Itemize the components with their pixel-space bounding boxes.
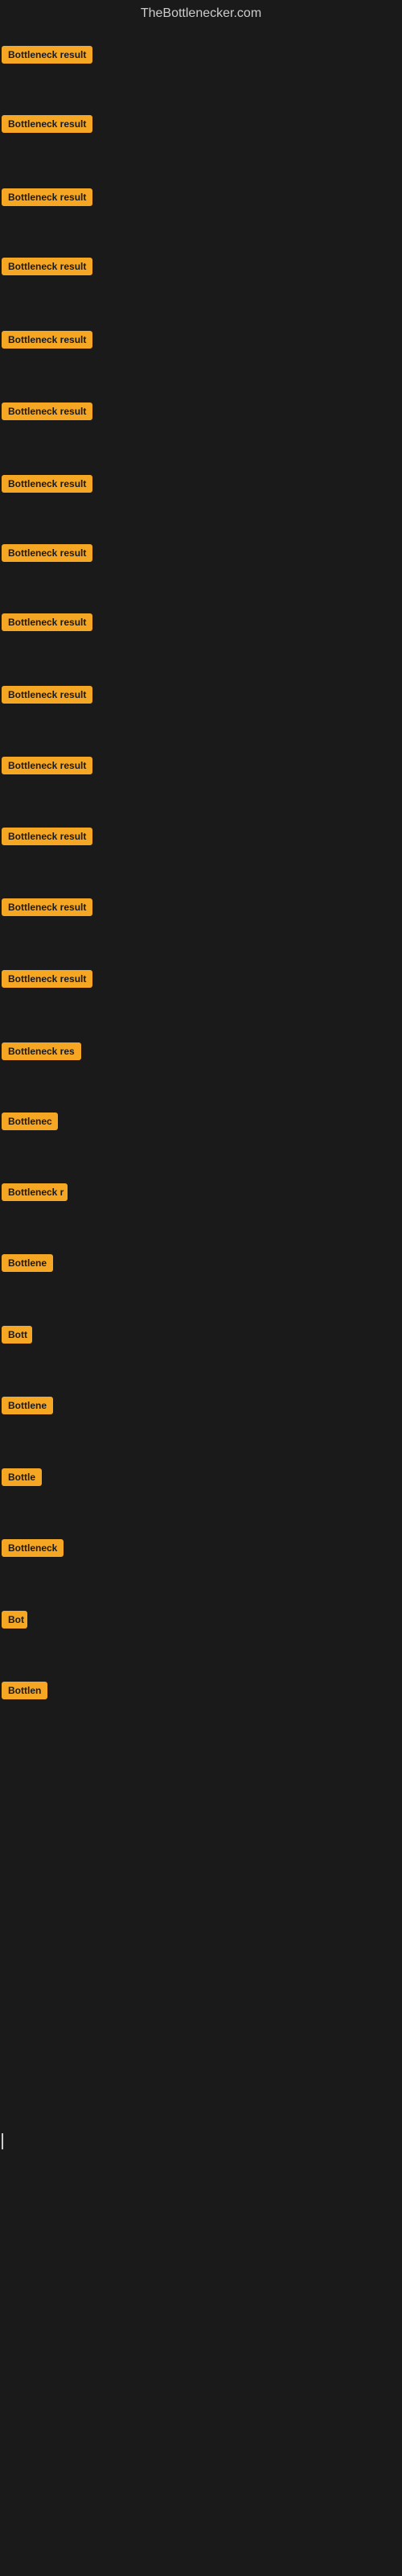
item-row-24: Bottlen	[2, 1682, 47, 1703]
bottleneck-badge[interactable]: Bottle	[2, 1468, 42, 1486]
cursor	[2, 2133, 3, 2149]
bottleneck-badge[interactable]: Bottleneck result	[2, 115, 92, 133]
bottleneck-badge[interactable]: Bottlene	[2, 1254, 53, 1272]
item-row-2: Bottleneck result	[2, 115, 92, 137]
item-row-9: Bottleneck result	[2, 613, 92, 635]
bottleneck-badge[interactable]: Bottleneck result	[2, 613, 92, 631]
item-row-13: Bottleneck result	[2, 898, 92, 920]
bottleneck-badge[interactable]: Bot	[2, 1611, 27, 1629]
bottleneck-badge[interactable]: Bottleneck result	[2, 686, 92, 704]
bottleneck-badge[interactable]: Bott	[2, 1326, 32, 1344]
bottleneck-badge[interactable]: Bottleneck result	[2, 475, 92, 493]
bottleneck-badge[interactable]: Bottleneck result	[2, 402, 92, 420]
bottleneck-badge[interactable]: Bottlene	[2, 1397, 53, 1414]
item-row-18: Bottlene	[2, 1254, 53, 1276]
bottleneck-badge[interactable]: Bottlenec	[2, 1113, 58, 1130]
item-row-21: Bottle	[2, 1468, 42, 1490]
bottleneck-badge[interactable]: Bottleneck result	[2, 970, 92, 988]
site-title: TheBottlenecker.com	[0, 0, 402, 27]
bottleneck-badge[interactable]: Bottleneck result	[2, 258, 92, 275]
item-row-8: Bottleneck result	[2, 544, 92, 566]
item-row-17: Bottleneck r	[2, 1183, 68, 1205]
item-row-14: Bottleneck result	[2, 970, 92, 992]
bottleneck-badge[interactable]: Bottleneck res	[2, 1042, 81, 1060]
item-row-10: Bottleneck result	[2, 686, 92, 708]
bottleneck-badge[interactable]: Bottleneck result	[2, 46, 92, 64]
item-row-7: Bottleneck result	[2, 475, 92, 497]
bottleneck-badge[interactable]: Bottleneck result	[2, 188, 92, 206]
item-row-19: Bott	[2, 1326, 32, 1348]
bottleneck-badge[interactable]: Bottleneck result	[2, 544, 92, 562]
item-row-1: Bottleneck result	[2, 46, 92, 68]
item-row-11: Bottleneck result	[2, 757, 92, 778]
bottleneck-badge[interactable]: Bottleneck	[2, 1539, 64, 1557]
bottleneck-badge[interactable]: Bottlen	[2, 1682, 47, 1699]
bottleneck-badge[interactable]: Bottleneck result	[2, 757, 92, 774]
item-row-20: Bottlene	[2, 1397, 53, 1418]
item-row-4: Bottleneck result	[2, 258, 92, 279]
item-row-16: Bottlenec	[2, 1113, 58, 1134]
item-row-6: Bottleneck result	[2, 402, 92, 424]
items-container	[0, 27, 402, 31]
bottleneck-badge[interactable]: Bottleneck result	[2, 828, 92, 845]
item-row-15: Bottleneck res	[2, 1042, 81, 1064]
bottleneck-badge[interactable]: Bottleneck result	[2, 331, 92, 349]
item-row-23: Bot	[2, 1611, 27, 1633]
item-row-22: Bottleneck	[2, 1539, 64, 1561]
item-row-12: Bottleneck result	[2, 828, 92, 849]
item-row-3: Bottleneck result	[2, 188, 92, 210]
item-row-5: Bottleneck result	[2, 331, 92, 353]
bottleneck-badge[interactable]: Bottleneck result	[2, 898, 92, 916]
bottleneck-badge[interactable]: Bottleneck r	[2, 1183, 68, 1201]
